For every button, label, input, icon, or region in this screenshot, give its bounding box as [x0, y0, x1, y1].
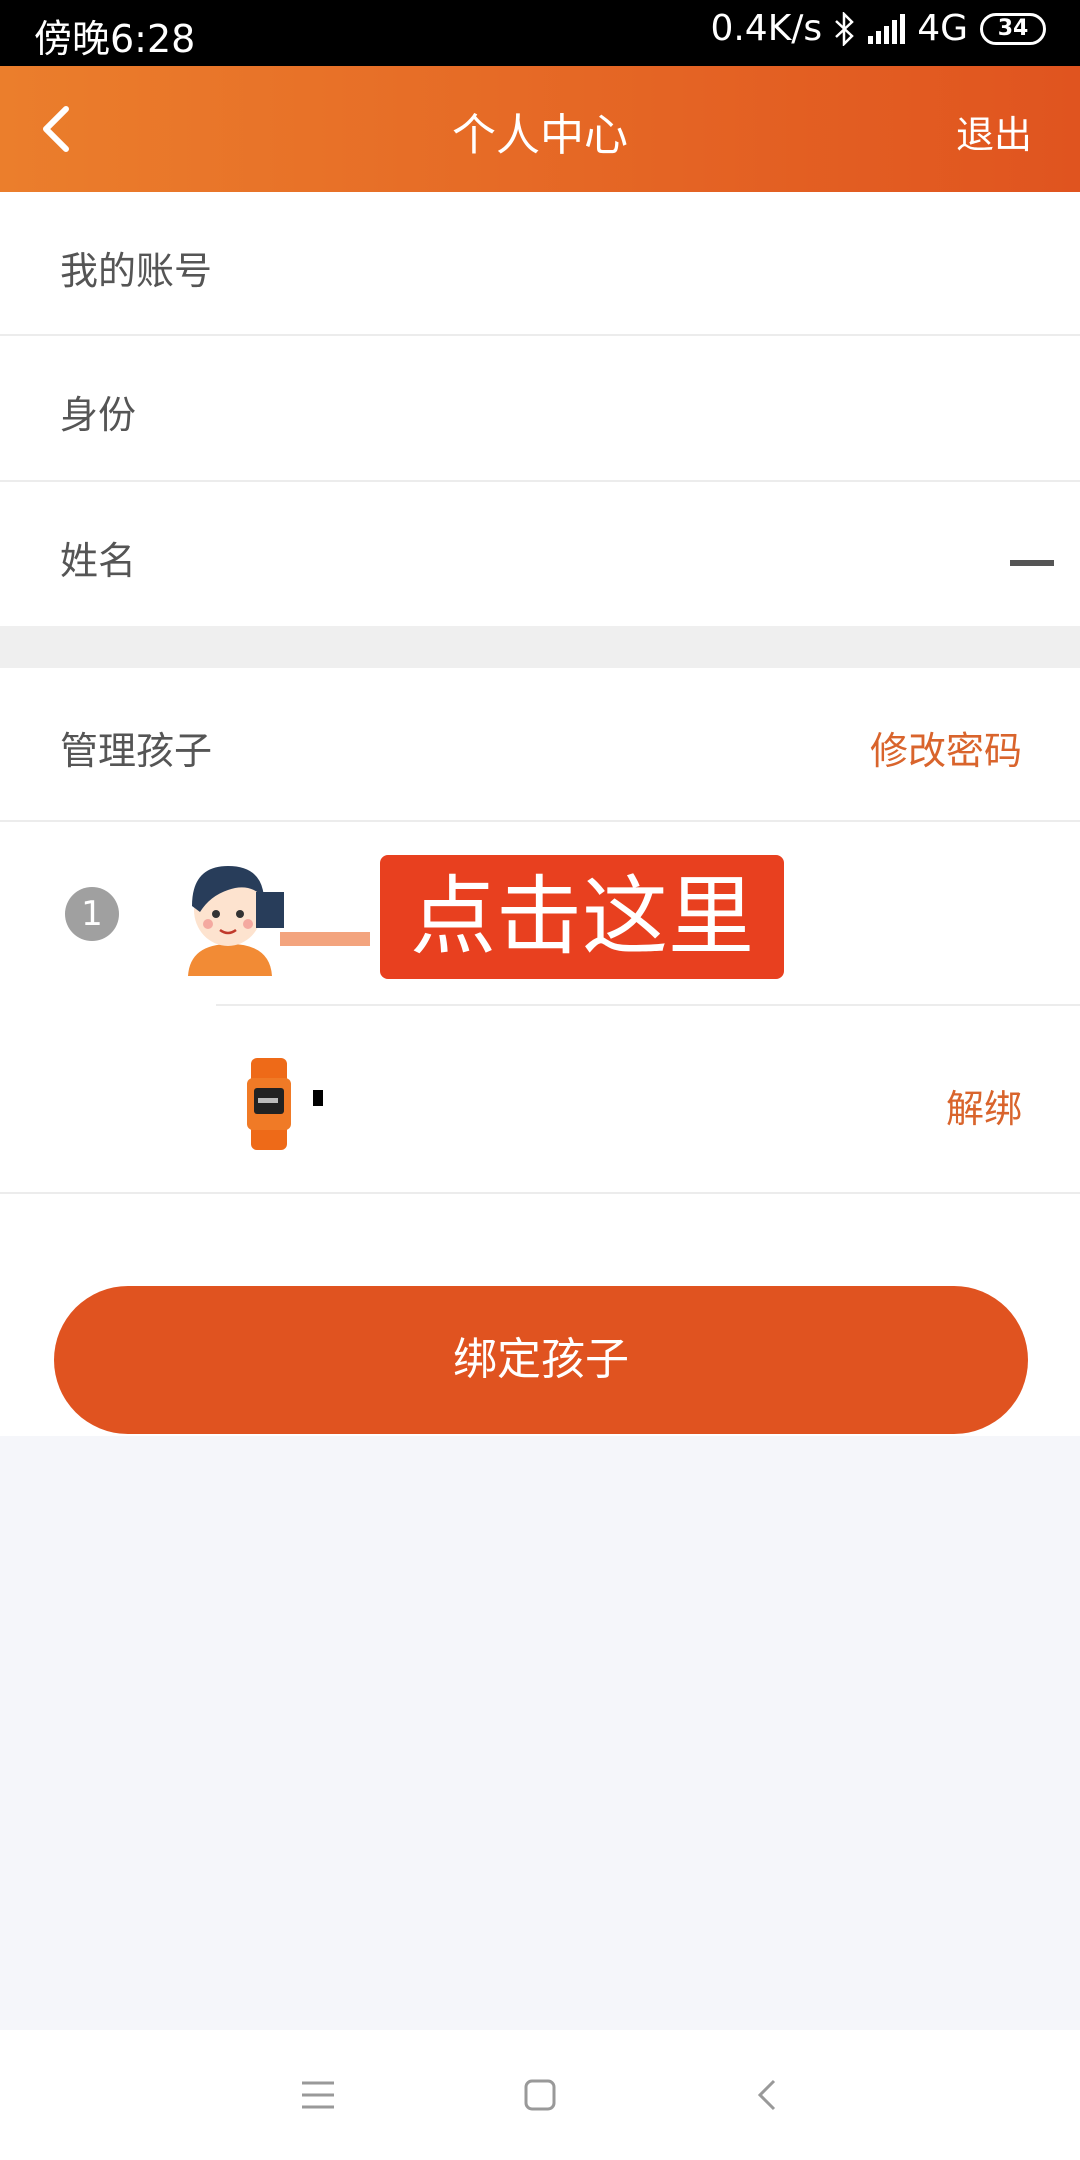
name-value-redacted	[1010, 560, 1054, 566]
menu-icon[interactable]	[298, 2075, 338, 2115]
home-icon[interactable]	[520, 2075, 560, 2115]
status-right: 0.4K/s 4G 34	[710, 8, 1046, 49]
logout-button[interactable]: 退出	[956, 104, 1032, 159]
bind-child-button[interactable]: 绑定孩子	[54, 1286, 1028, 1434]
section-divider	[0, 626, 1080, 668]
unbind-button[interactable]: 解绑	[946, 1078, 1022, 1133]
account-row[interactable]: 我的账号	[0, 192, 1080, 336]
account-label: 我的账号	[60, 249, 213, 293]
child-index-badge: 1	[65, 887, 119, 941]
header-bar: 个人中心 退出	[0, 66, 1080, 192]
manage-header-row: 管理孩子 修改密码	[0, 668, 1080, 822]
device-divider	[0, 1192, 1080, 1194]
battery-icon: 34	[980, 12, 1046, 45]
page-title: 个人中心	[452, 110, 628, 161]
tap-here-callout: 点击这里	[380, 855, 784, 979]
child-name-redacted-bar	[280, 932, 370, 946]
status-time: 傍晚6:28	[34, 17, 196, 61]
back-nav-icon[interactable]	[748, 2075, 788, 2115]
network-type: 4G	[917, 8, 968, 49]
profile-card: 我的账号 身份 姓名	[0, 192, 1080, 626]
network-speed: 0.4K/s	[710, 8, 823, 49]
system-nav-bar	[0, 2030, 1080, 2160]
identity-row[interactable]: 身份	[0, 336, 1080, 482]
status-bar: 傍晚6:28 0.4K/s 4G 34	[0, 0, 1080, 66]
name-label: 姓名	[60, 539, 137, 583]
bluetooth-icon	[835, 11, 854, 46]
child-divider	[216, 1004, 1080, 1006]
manage-title: 管理孩子	[60, 729, 213, 773]
watch-icon	[247, 1058, 291, 1150]
device-name-redacted	[313, 1090, 323, 1106]
signal-icon	[868, 13, 906, 44]
change-password-link[interactable]: 修改密码	[870, 720, 1022, 775]
identity-label: 身份	[60, 393, 137, 437]
name-row[interactable]: 姓名	[0, 482, 1080, 626]
child-name-redacted	[256, 892, 284, 928]
